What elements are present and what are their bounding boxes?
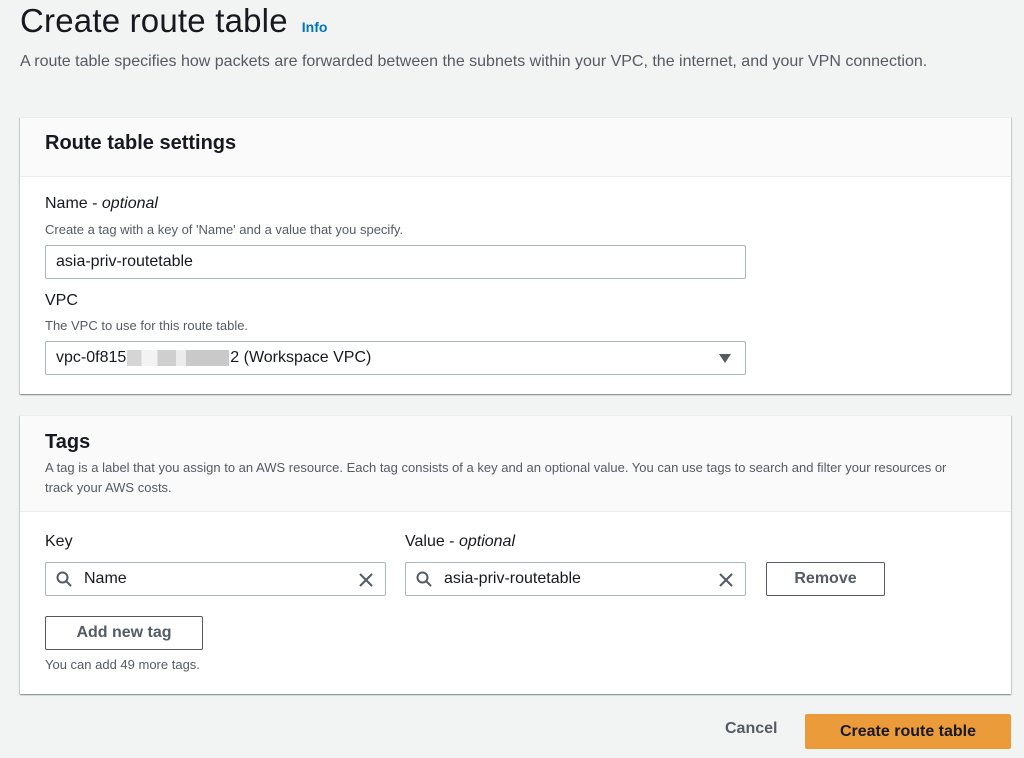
optional-label: optional [458,533,515,550]
panel-description: A tag is a label that you assign to an A… [45,460,947,495]
tag-key-value: Name [84,570,127,587]
search-icon [416,571,432,587]
name-input-value: asia-priv-routetable [56,253,193,270]
page-description: A route table specifies how packets are … [20,53,928,70]
tags-panel: Tags A tag is a label that you assign to… [20,415,1011,694]
tag-value-input[interactable]: asia-priv-routetable [405,562,746,596]
panel-header: Route table settings [20,118,1011,177]
panel-title: Tags [45,431,91,453]
key-column-header: Key [45,533,73,550]
vpc-field-label: VPC [45,292,78,309]
value-header-text: Value - [405,533,459,550]
page-header: Create route table Info [20,2,327,40]
create-route-table-page: Create route table Info A route table sp… [0,0,1024,758]
optional-label: optional [101,195,158,212]
panel-title: Route table settings [45,132,237,154]
page-title: Create route table [20,2,288,39]
value-column-header: Value - optional [405,533,515,551]
search-icon [56,571,72,587]
cancel-button[interactable]: Cancel [725,720,777,738]
close-icon[interactable] [717,571,735,589]
vpc-field-help: The VPC to use for this route table. [45,318,249,333]
vpc-value-prefix: vpc-0f815 [56,349,127,366]
remaining-tags-text: You can add 49 more tags. [45,657,200,672]
caret-down-icon[interactable] [719,354,731,363]
tag-key-input[interactable]: Name [45,562,386,596]
name-input[interactable]: asia-priv-routetable [45,245,746,279]
name-label-text: Name - [45,195,102,212]
info-link[interactable]: Info [302,19,328,35]
panel-header: Tags A tag is a label that you assign to… [20,416,1011,512]
tag-value-value: asia-priv-routetable [444,570,581,587]
add-new-tag-button[interactable]: Add new tag [45,616,203,650]
remove-tag-button[interactable]: Remove [766,562,885,596]
vpc-value-suffix: 2 (Workspace VPC) [230,349,372,366]
redacted-region [127,350,230,366]
vpc-select[interactable]: vpc-0f815 2 (Workspace VPC) [45,341,746,375]
create-route-table-button[interactable]: Create route table [805,714,1011,749]
name-field-help: Create a tag with a key of 'Name' and a … [45,222,404,237]
close-icon[interactable] [357,571,375,589]
route-table-settings-panel: Route table settings Name - optional Cre… [20,117,1011,394]
name-field-label: Name - optional [45,195,158,213]
